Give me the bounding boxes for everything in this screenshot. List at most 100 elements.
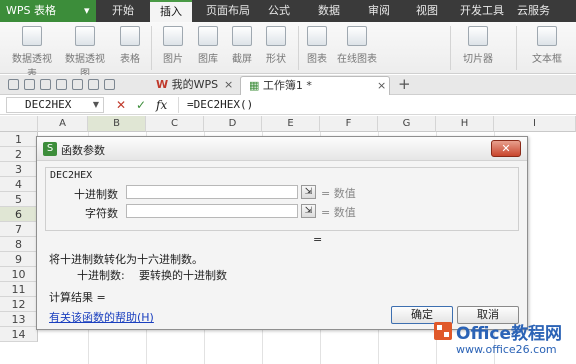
app-menu-button[interactable]: WPS 表格 ▾ <box>0 0 96 22</box>
gallery-button[interactable]: 图库 <box>192 24 224 65</box>
row-header[interactable]: 13 <box>0 312 38 327</box>
shapes-icon <box>266 26 286 46</box>
row-header[interactable]: 7 <box>0 222 38 237</box>
insert-function-button[interactable]: fx <box>156 96 167 115</box>
close-icon[interactable]: × <box>224 76 233 94</box>
ribbon-label: 文本框 <box>532 54 562 65</box>
name-box-value: DEC2HEX <box>25 98 72 111</box>
close-button[interactable]: ✕ <box>491 140 521 157</box>
tab-home[interactable]: 开始 <box>112 0 134 22</box>
arg-label: 字符数 <box>85 207 118 220</box>
ribbon-label: 在线图表 <box>337 54 377 65</box>
arg-input-places[interactable] <box>126 204 298 218</box>
dialog-title-bar[interactable]: S 函数参数 ✕ <box>37 137 527 161</box>
pivot-chart-button[interactable]: 数据透视图 <box>62 24 108 80</box>
tab-data[interactable]: 数据 <box>318 0 340 22</box>
table-icon <box>120 26 140 46</box>
online-chart-button[interactable]: 在线图表 <box>334 24 380 65</box>
tab-page-layout[interactable]: 页面布局 <box>206 0 250 22</box>
row-header[interactable]: 2 <box>0 147 38 162</box>
document-tab-bar: W 我的WPS × ▦ 工作簿1 * × + <box>0 75 576 95</box>
watermark: Office教程网 www.office26.com <box>434 319 576 363</box>
tab-review[interactable]: 审阅 <box>368 0 390 22</box>
name-box[interactable]: DEC2HEX ▼ <box>6 97 104 113</box>
arg-label: 十进制数 <box>74 188 118 201</box>
calc-result: 计算结果 = <box>49 291 106 304</box>
row-header[interactable]: 12 <box>0 297 38 312</box>
tab-formulas[interactable]: 公式 <box>268 0 290 22</box>
formula-input[interactable]: =DEC2HEX() <box>178 97 570 113</box>
chart-button[interactable]: 图表 <box>302 24 332 65</box>
pivot-table-icon <box>22 26 42 46</box>
range-select-icon[interactable]: ⇲ <box>301 204 316 218</box>
tab-developer[interactable]: 开发工具 <box>460 0 504 22</box>
sheet-icon: ▦ <box>249 79 260 92</box>
arg-result: = 数值 <box>321 187 356 200</box>
new-tab-icon[interactable]: + <box>398 75 411 93</box>
row-header[interactable]: 1 <box>0 132 38 147</box>
row-header[interactable]: 8 <box>0 237 38 252</box>
tab-insert[interactable]: 插入 <box>150 0 192 22</box>
open-icon[interactable] <box>8 79 19 90</box>
save-icon[interactable] <box>24 79 35 90</box>
export-icon[interactable] <box>40 79 51 90</box>
ribbon-label: 截屏 <box>232 54 252 65</box>
undo-icon[interactable] <box>88 79 99 90</box>
help-link[interactable]: 有关该函数的帮助(H) <box>49 309 154 325</box>
tab-my-wps[interactable]: W 我的WPS × <box>148 76 238 95</box>
select-all-corner[interactable] <box>0 116 38 132</box>
row-header[interactable]: 9 <box>0 252 38 267</box>
column-header[interactable]: B <box>88 116 146 132</box>
close-icon[interactable]: × <box>377 77 386 95</box>
picture-button[interactable]: 图片 <box>156 24 190 65</box>
redo-icon[interactable] <box>104 79 115 90</box>
textbox-button[interactable]: 文本框 <box>524 24 570 65</box>
shapes-button[interactable]: 形状 <box>260 24 292 65</box>
picture-icon <box>163 26 183 46</box>
column-header[interactable]: D <box>204 116 262 132</box>
ribbon-separator <box>516 26 517 70</box>
function-args-group: DEC2HEX 十进制数 ⇲ = 数值 字符数 ⇲ = 数值 <box>45 167 519 231</box>
table-button[interactable]: 表格 <box>114 24 146 65</box>
row-header[interactable]: 6 <box>0 207 38 222</box>
online-chart-icon <box>347 26 367 46</box>
office-logo-icon <box>434 322 452 340</box>
app-title: WPS 表格 <box>6 4 56 17</box>
cancel-icon[interactable]: ✕ <box>116 96 126 115</box>
screenshot-icon <box>232 26 252 46</box>
range-select-icon[interactable]: ⇲ <box>301 185 316 199</box>
row-header[interactable]: 10 <box>0 267 38 282</box>
slicer-button[interactable]: 切片器 <box>458 24 498 65</box>
chevron-down-icon[interactable]: ▼ <box>93 98 99 112</box>
ribbon-label: 图表 <box>307 54 327 65</box>
textbox-icon <box>537 26 557 46</box>
tab-workbook[interactable]: ▦ 工作簿1 * × <box>240 76 390 95</box>
print-icon[interactable] <box>56 79 67 90</box>
ribbon-label: 图片 <box>163 54 183 65</box>
function-arguments-dialog: S 函数参数 ✕ DEC2HEX 十进制数 ⇲ = 数值 字符数 ⇲ = 数值 … <box>36 136 528 330</box>
pivot-chart-icon <box>75 26 95 46</box>
column-header[interactable]: C <box>146 116 204 132</box>
tab-view[interactable]: 视图 <box>416 0 438 22</box>
row-header[interactable]: 3 <box>0 162 38 177</box>
column-header[interactable]: A <box>38 116 88 132</box>
row-header[interactable]: 14 <box>0 327 38 342</box>
confirm-icon[interactable]: ✓ <box>136 96 146 115</box>
column-header[interactable]: H <box>436 116 494 132</box>
row-header[interactable]: 11 <box>0 282 38 297</box>
row-header[interactable]: 4 <box>0 177 38 192</box>
column-header[interactable]: I <box>494 116 576 132</box>
wps-logo-icon: W <box>156 78 169 91</box>
row-header[interactable]: 5 <box>0 192 38 207</box>
screenshot-button[interactable]: 截屏 <box>226 24 258 65</box>
column-header[interactable]: G <box>378 116 436 132</box>
slicer-icon <box>468 26 488 46</box>
preview-icon[interactable] <box>72 79 83 90</box>
pivot-table-button[interactable]: 数据透视表 <box>8 24 56 80</box>
arg-input-number[interactable] <box>126 185 298 199</box>
function-name: DEC2HEX <box>50 170 93 181</box>
column-header[interactable]: E <box>262 116 320 132</box>
tab-cloud[interactable]: 云服务 <box>517 0 550 22</box>
wps-sheet-logo-icon: S <box>43 142 57 156</box>
column-header[interactable]: F <box>320 116 378 132</box>
